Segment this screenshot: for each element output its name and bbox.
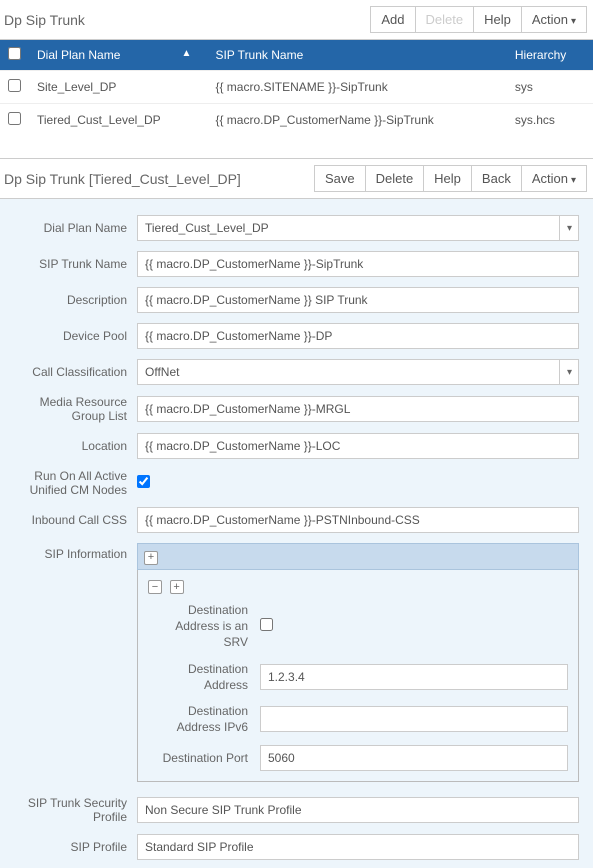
label-dest-srv: Destination Address is an SRV [148, 602, 260, 651]
sip-trunk-table: Dial Plan Name▲ SIP Trunk Name Hierarchy… [0, 40, 593, 136]
row-checkbox[interactable] [8, 112, 21, 125]
call-class-input[interactable] [137, 359, 579, 385]
device-pool-input[interactable] [137, 323, 579, 349]
table-row[interactable]: Site_Level_DP {{ macro.SITENAME }}-SipTr… [0, 71, 593, 104]
label-description: Description [4, 293, 137, 307]
run-all-checkbox[interactable] [137, 475, 150, 488]
label-device-pool: Device Pool [4, 329, 137, 343]
edit-button-group: Save Delete Help Back Action▾ [314, 165, 587, 192]
help-button[interactable]: Help [423, 165, 472, 192]
cell-hier: sys [507, 71, 593, 104]
label-call-class: Call Classification [4, 365, 137, 379]
select-all-header[interactable] [0, 40, 29, 71]
cell-trunk: {{ macro.DP_CustomerName }}-SipTrunk [207, 104, 506, 137]
label-sec-profile: SIP Trunk Security Profile [4, 796, 137, 824]
col-hierarchy[interactable]: Hierarchy [507, 40, 593, 71]
dropdown-toggle-icon[interactable]: ▾ [559, 359, 579, 385]
cell-hier: sys.hcs [507, 104, 593, 137]
sort-asc-icon: ▲ [182, 48, 192, 59]
label-dest-addr: Destination Address [148, 661, 260, 693]
inbound-css-input[interactable] [137, 507, 579, 533]
page-title: Dp Sip Trunk [4, 12, 85, 28]
label-sip-profile: SIP Profile [4, 840, 137, 854]
action-button[interactable]: Action▾ [521, 165, 587, 192]
label-run-all: Run On All Active Unified CM Nodes [4, 469, 137, 497]
form-area: Dial Plan Name ▾ SIP Trunk Name Descript… [0, 199, 593, 868]
add-icon[interactable]: + [144, 551, 158, 565]
label-dest-port: Destination Port [148, 750, 260, 766]
call-class-select[interactable]: ▾ [137, 359, 579, 385]
label-sip-info: SIP Information [4, 543, 137, 561]
caret-down-icon: ▾ [571, 175, 576, 186]
label-dest-addr6: Destination Address IPv6 [148, 703, 260, 735]
dest-addr6-input[interactable] [260, 706, 568, 732]
top-bar: Dp Sip Trunk Add Delete Help Action▾ [0, 0, 593, 40]
edit-bar: Dp Sip Trunk [Tiered_Cust_Level_DP] Save… [0, 158, 593, 199]
dropdown-toggle-icon[interactable]: ▾ [559, 215, 579, 241]
cell-dial: Tiered_Cust_Level_DP [29, 104, 207, 137]
caret-down-icon: ▾ [571, 16, 576, 27]
label-dial-plan: Dial Plan Name [4, 221, 137, 235]
cell-trunk: {{ macro.SITENAME }}-SipTrunk [207, 71, 506, 104]
dest-addr-input[interactable] [260, 664, 568, 690]
edit-title: Dp Sip Trunk [Tiered_Cust_Level_DP] [4, 171, 241, 187]
dest-port-input[interactable] [260, 745, 568, 771]
sip-info-header: + [137, 543, 579, 570]
sip-profile-input[interactable] [137, 834, 579, 860]
action-label: Action [532, 12, 568, 27]
select-all-checkbox[interactable] [8, 47, 21, 60]
action-button[interactable]: Action▾ [521, 6, 587, 33]
row-checkbox[interactable] [8, 79, 21, 92]
mrgl-input[interactable] [137, 396, 579, 422]
dest-srv-checkbox[interactable] [260, 618, 273, 631]
top-button-group: Add Delete Help Action▾ [370, 6, 587, 33]
dial-plan-select[interactable]: ▾ [137, 215, 579, 241]
col-dial-plan[interactable]: Dial Plan Name▲ [29, 40, 207, 71]
label-location: Location [4, 439, 137, 453]
sec-profile-input[interactable] [137, 797, 579, 823]
trunk-name-input[interactable] [137, 251, 579, 277]
delete-button[interactable]: Delete [415, 6, 475, 33]
col-trunk-name[interactable]: SIP Trunk Name [207, 40, 506, 71]
description-input[interactable] [137, 287, 579, 313]
label-trunk-name: SIP Trunk Name [4, 257, 137, 271]
remove-icon[interactable]: − [148, 580, 162, 594]
dial-plan-input[interactable] [137, 215, 579, 241]
back-button[interactable]: Back [471, 165, 522, 192]
location-input[interactable] [137, 433, 579, 459]
cell-dial: Site_Level_DP [29, 71, 207, 104]
sip-info-panel: − + Destination Address is an SRV Destin… [137, 570, 579, 783]
label-mrgl: Media Resource Group List [4, 395, 137, 423]
save-button[interactable]: Save [314, 165, 366, 192]
table-row[interactable]: Tiered_Cust_Level_DP {{ macro.DP_Custome… [0, 104, 593, 137]
add-button[interactable]: Add [370, 6, 415, 33]
label-inbound-css: Inbound Call CSS [4, 513, 137, 527]
delete-button[interactable]: Delete [365, 165, 425, 192]
add-icon[interactable]: + [170, 580, 184, 594]
help-button[interactable]: Help [473, 6, 522, 33]
action-label: Action [532, 171, 568, 186]
